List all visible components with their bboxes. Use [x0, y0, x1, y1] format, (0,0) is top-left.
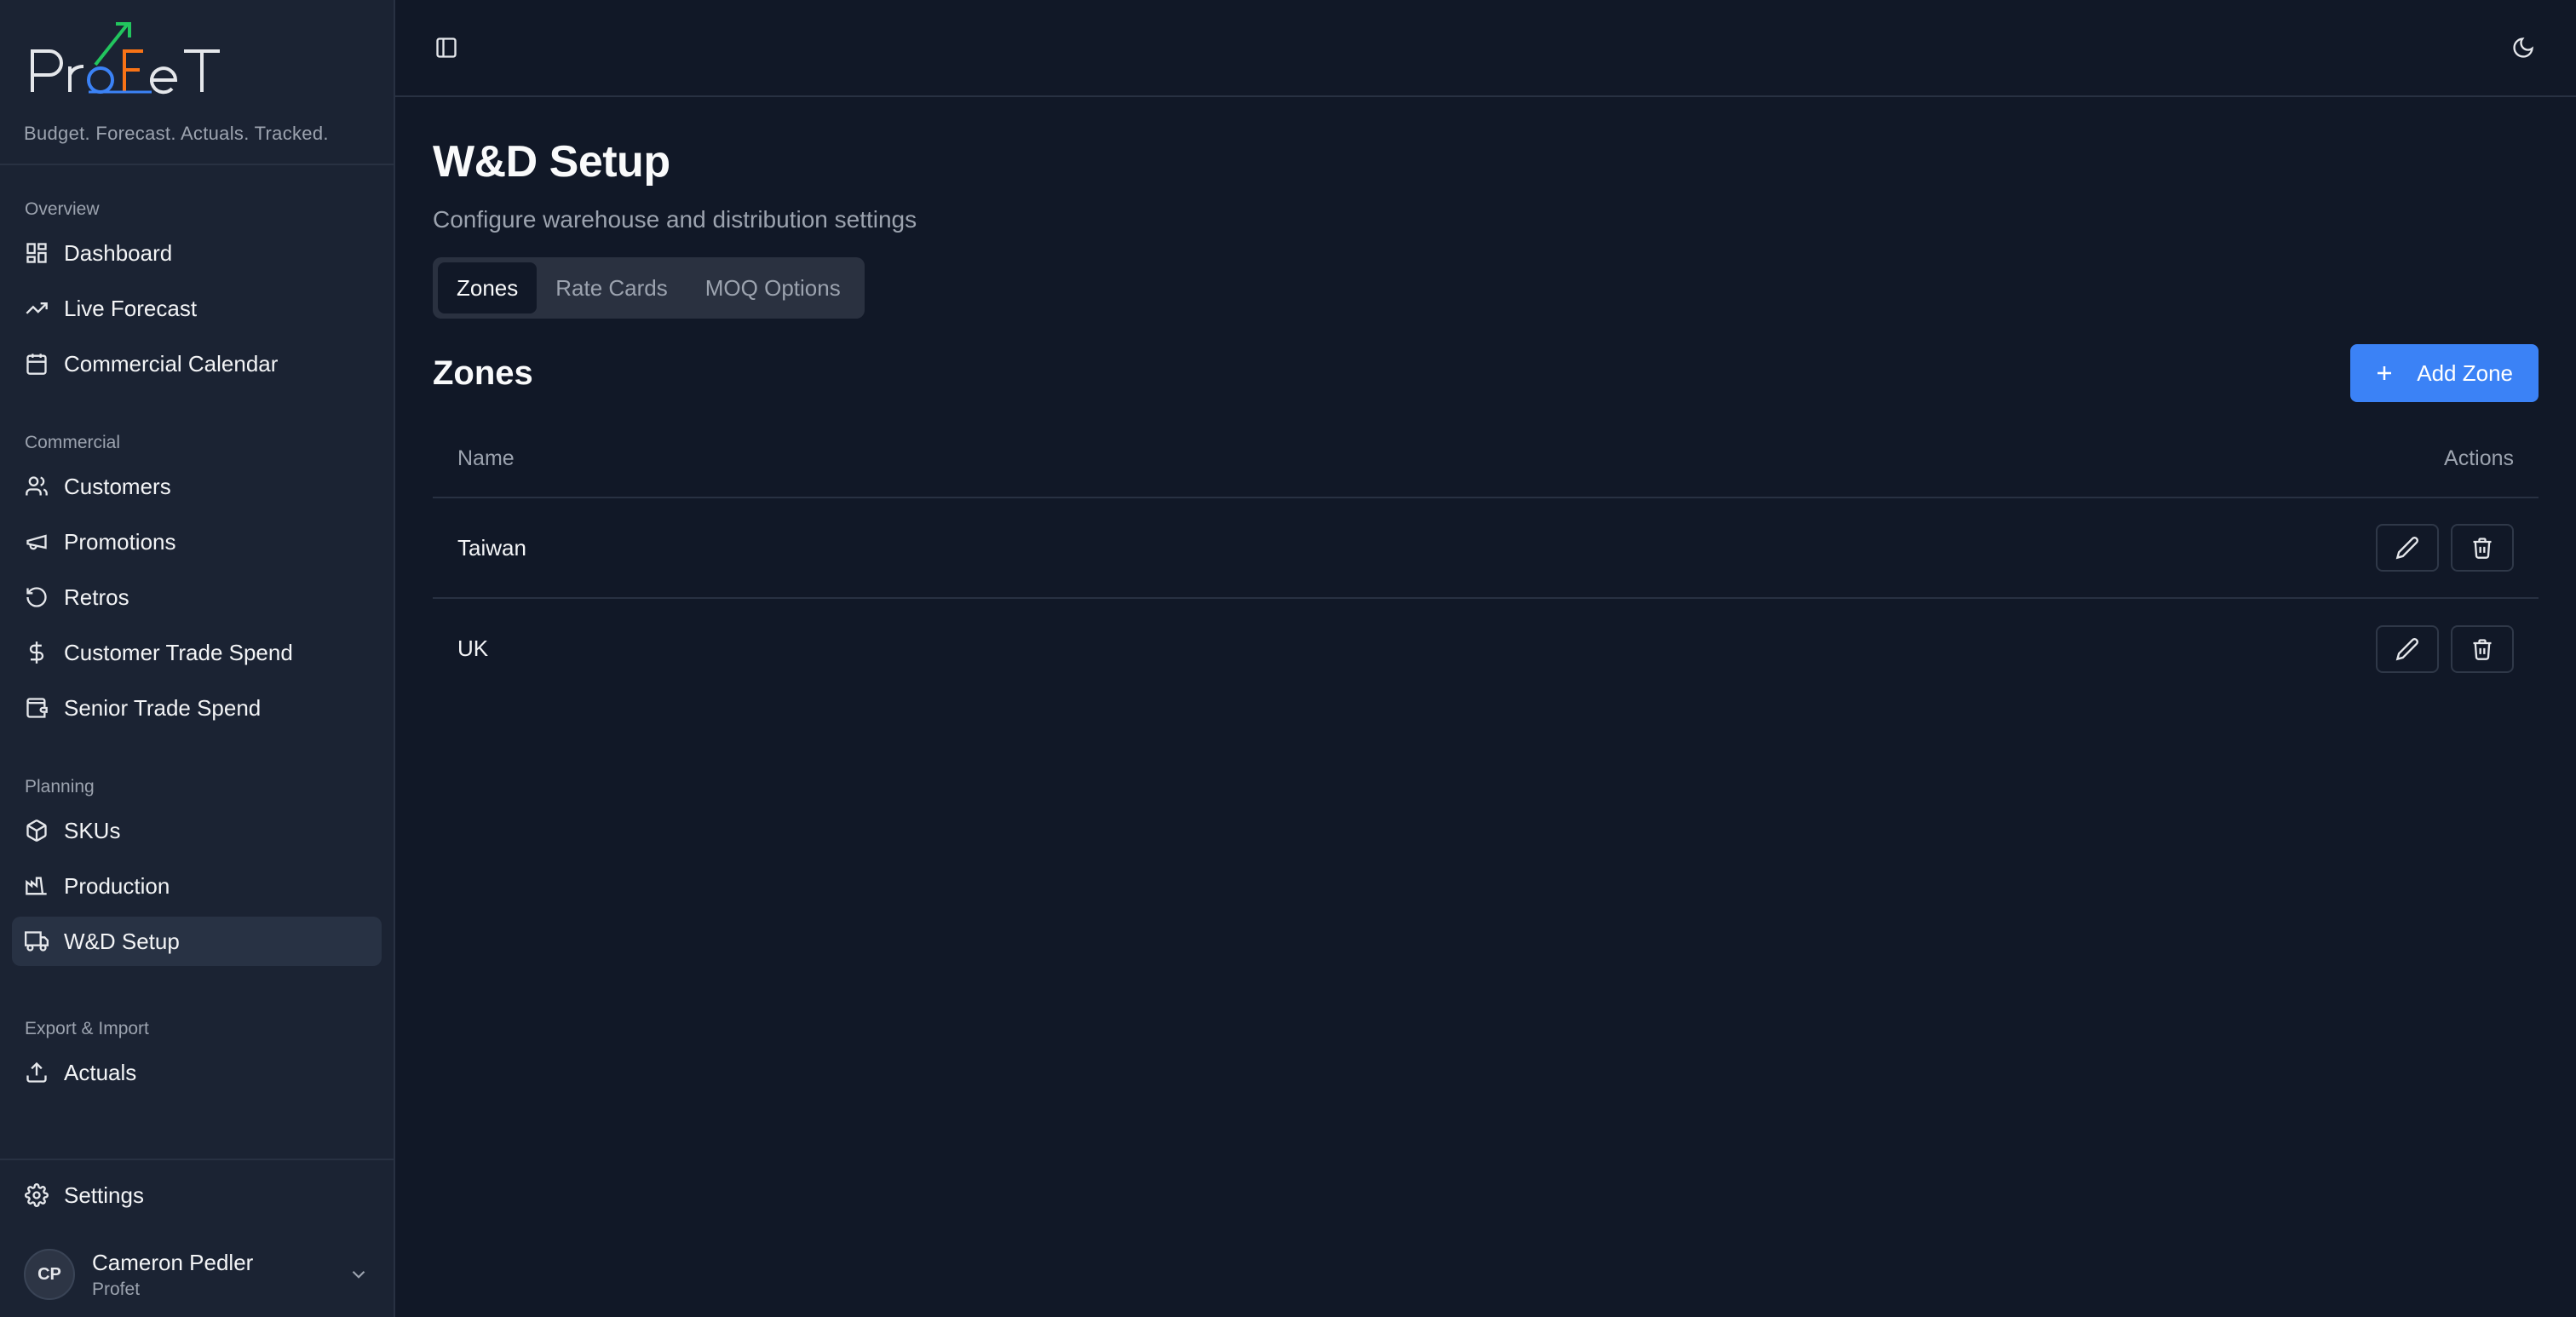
app: Budget. Forecast. Actuals. Tracked. Over…: [0, 0, 2576, 1317]
theme-toggle-button[interactable]: [2506, 31, 2540, 65]
rotate-ccw-icon: [26, 587, 47, 607]
sidebar-item-label: Customer Trade Spend: [64, 639, 293, 665]
dollar-sign-icon: [29, 641, 44, 664]
user-name: Cameron Pedler: [92, 1249, 254, 1275]
tab-rate-cards[interactable]: Rate Cards: [537, 262, 687, 313]
table-row: Taiwan: [433, 497, 2539, 599]
delete-button[interactable]: [2451, 524, 2514, 572]
sidebar-footer: Settings CP Cameron Pedler Profet: [0, 1159, 394, 1317]
chevron-down-icon: [352, 1270, 365, 1279]
group-label-planning: Planning: [25, 777, 95, 797]
sidebar-item-label: Promotions: [64, 528, 176, 555]
gear-icon: [25, 1183, 49, 1207]
sidebar-item-promotions[interactable]: Promotions: [12, 517, 382, 566]
main-content: W&D Setup Configure warehouse and distri…: [395, 0, 2576, 1317]
sidebar-item-label: Commercial Calendar: [64, 350, 279, 377]
factory-icon: [26, 877, 47, 895]
nav-group-planning: Planning SKUs Production W&D Setup: [0, 774, 394, 966]
sidebar-item-label: Live Forecast: [64, 295, 198, 321]
nav-group-export-import: Export & Import Actuals: [0, 1015, 394, 1097]
truck-icon: [25, 931, 49, 952]
user-org: Profet: [92, 1279, 141, 1299]
sidebar-item-label: Dashboard: [64, 239, 173, 266]
trash-icon: [2473, 638, 2492, 660]
sidebar-item-customers[interactable]: Customers: [12, 462, 382, 511]
package-icon: [26, 820, 47, 842]
megaphone-icon: [26, 534, 47, 550]
add-zone-button[interactable]: Add Zone: [2350, 344, 2539, 402]
sidebar-item-label: Production: [64, 872, 170, 899]
sidebar-item-commercial-calendar[interactable]: Commercial Calendar: [12, 339, 382, 388]
delete-button[interactable]: [2451, 624, 2514, 673]
sidebar-item-label: Retros: [64, 584, 129, 610]
page-subtitle: Configure warehouse and distribution set…: [433, 206, 917, 233]
zones-table: Name Actions Taiwan UK: [433, 421, 2539, 699]
column-header-name: Name: [433, 421, 1217, 498]
sidebar-item-actuals[interactable]: Actuals: [12, 1048, 382, 1097]
edit-button[interactable]: [2376, 624, 2439, 673]
tagline: Budget. Forecast. Actuals. Tracked.: [24, 123, 329, 144]
trash-icon: [2473, 538, 2492, 559]
sidebar-item-skus[interactable]: SKUs: [12, 806, 382, 855]
moon-icon: [2513, 37, 2533, 58]
user-menu[interactable]: CP Cameron Pedler Profet: [24, 1244, 370, 1305]
pencil-icon: [2395, 537, 2418, 560]
sidebar-item-label: Settings: [64, 1182, 144, 1208]
wallet-icon: [26, 698, 48, 718]
sidebar-item-retros[interactable]: Retros: [12, 572, 382, 622]
section-title: Zones: [433, 354, 533, 392]
avatar: CP: [24, 1249, 75, 1300]
trending-up-icon: [26, 302, 48, 314]
tab-zones[interactable]: Zones: [438, 262, 538, 313]
nav-group-overview: Overview Dashboard Live Forecast Commerc…: [0, 196, 394, 388]
sidebar-item-label: W&D Setup: [64, 928, 180, 954]
column-header-actions: Actions: [1216, 421, 2539, 498]
group-label-export-import: Export & Import: [25, 1019, 149, 1038]
sidebar-item-live-forecast[interactable]: Live Forecast: [12, 284, 382, 333]
sidebar: Budget. Forecast. Actuals. Tracked. Over…: [0, 0, 395, 1317]
sidebar-item-dashboard[interactable]: Dashboard: [12, 228, 382, 278]
profet-logo[interactable]: [24, 19, 228, 104]
sidebar-item-customer-trade-spend[interactable]: Customer Trade Spend: [12, 628, 382, 677]
nav-group-commercial: Commercial Customers Promotions Retros C…: [0, 429, 394, 733]
page-content: W&D Setup Configure warehouse and distri…: [395, 136, 2576, 699]
sidebar-item-label: Senior Trade Spend: [64, 694, 262, 721]
users-icon: [26, 476, 48, 496]
sidebar-item-settings[interactable]: Settings: [12, 1170, 382, 1220]
group-label-commercial: Commercial: [25, 433, 121, 452]
panel-left-icon: [436, 37, 457, 58]
sidebar-item-wd-setup[interactable]: W&D Setup: [12, 917, 382, 966]
topbar: [395, 0, 2576, 97]
tab-list: Zones Rate Cards MOQ Options: [433, 257, 865, 319]
sidebar-item-production[interactable]: Production: [12, 861, 382, 911]
group-label-overview: Overview: [25, 199, 100, 219]
pencil-icon: [2395, 637, 2418, 660]
tab-moq-options[interactable]: MOQ Options: [687, 262, 860, 313]
page-title: W&D Setup: [433, 137, 670, 187]
plus-icon: [2378, 366, 2392, 380]
zones-header: Zones Add Zone: [433, 344, 2539, 402]
zone-name: UK: [457, 635, 489, 661]
sidebar-item-label: SKUs: [64, 817, 121, 843]
sidebar-item-label: Customers: [64, 473, 171, 499]
sidebar-item-senior-trade-spend[interactable]: Senior Trade Spend: [12, 683, 382, 733]
upload-icon: [26, 1061, 47, 1083]
zone-name: Taiwan: [433, 497, 1217, 599]
brand: Budget. Forecast. Actuals. Tracked.: [0, 0, 394, 165]
layout-dashboard-icon: [26, 243, 47, 263]
edit-button[interactable]: [2376, 524, 2439, 572]
sidebar-item-label: Actuals: [64, 1059, 137, 1085]
sidebar-toggle-button[interactable]: [429, 31, 463, 65]
table-row: UK: [433, 598, 2539, 699]
calendar-icon: [26, 354, 47, 375]
add-zone-label: Add Zone: [2417, 359, 2513, 386]
